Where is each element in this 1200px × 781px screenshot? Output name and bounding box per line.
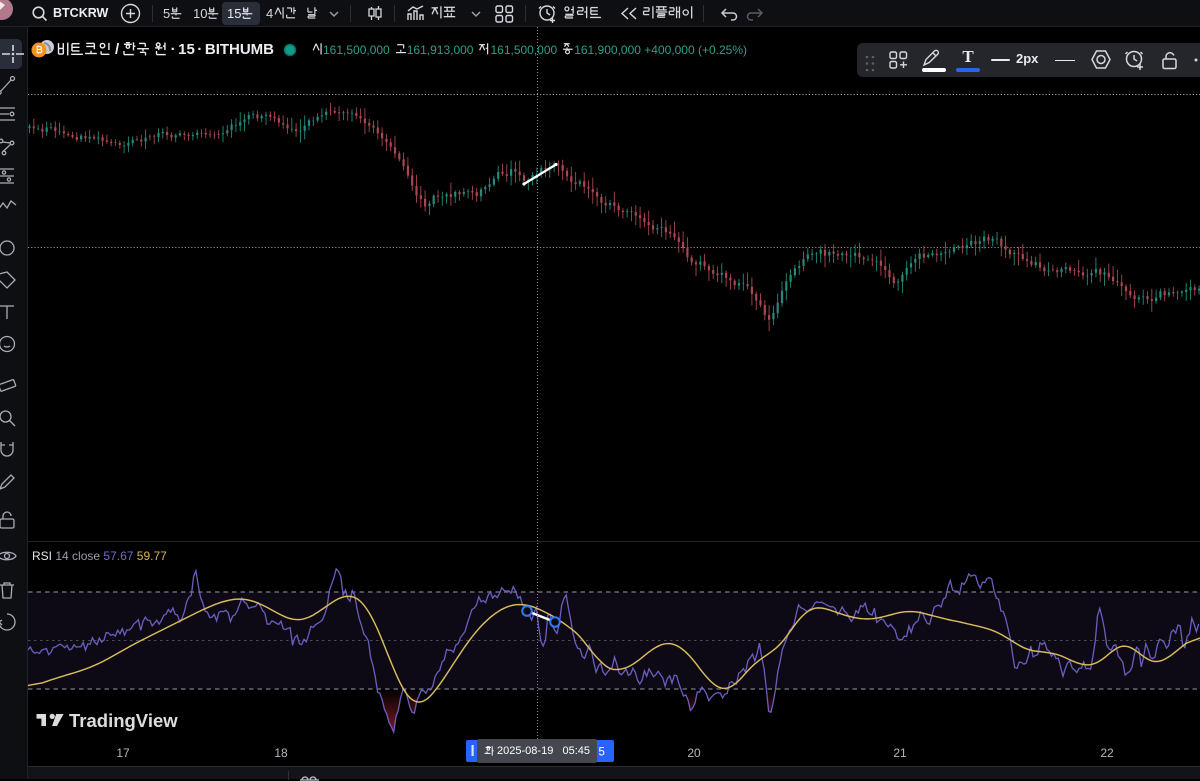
svg-text:17: 17 [116, 746, 130, 760]
svg-text:22: 22 [1100, 746, 1114, 760]
svg-text:21: 21 [893, 746, 907, 760]
svg-text:TradingView: TradingView [69, 710, 178, 731]
svg-text:20: 20 [687, 746, 701, 760]
svg-text:18: 18 [274, 746, 288, 760]
svg-text:5: 5 [599, 747, 605, 759]
